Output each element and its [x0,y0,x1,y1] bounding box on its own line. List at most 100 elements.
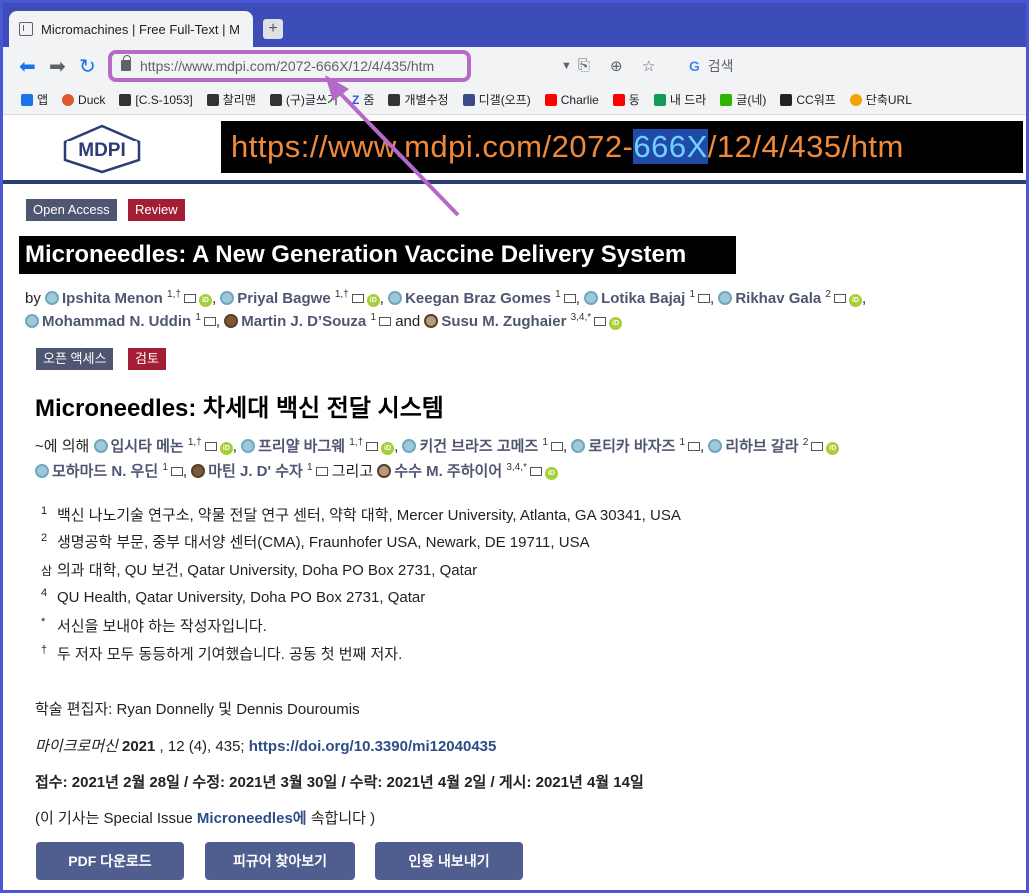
dropdown-icon[interactable]: ▼ [561,60,572,72]
translate-icon[interactable]: ⎘ [578,57,590,74]
big-url-prefix: https://www.mdpi.com/2072- [231,129,634,164]
author-link[interactable]: Ipshita Menon [62,290,163,307]
author-link[interactable]: 키건 브라즈 고메즈 [419,438,538,455]
mail-icon[interactable] [688,442,701,451]
mail-icon[interactable] [203,317,216,326]
bookmark-zoom[interactable]: Z줌 [352,91,374,108]
bookmark-icon [269,93,282,106]
journal-name: 마이크로머신 [35,738,118,755]
open-access-badge: Open Access [26,199,117,221]
author-link[interactable]: Rikhav Gala [735,290,821,307]
author-photo-icon [224,314,239,328]
pub-year: 2021 [121,738,156,755]
person-icon [93,439,108,453]
mail-icon[interactable] [183,294,196,303]
author-link[interactable]: 입시타 메논 [111,438,184,455]
search-box[interactable]: G 검색 [689,56,734,76]
browser-tab[interactable]: Micromachines | Free Full-Text | M [9,11,253,47]
author-link[interactable]: Mohammad N. Uddin [42,313,191,330]
mail-icon[interactable] [698,294,710,303]
author-link[interactable]: 리하브 갈라 [725,438,798,455]
star-icon[interactable]: ☆ [642,57,655,75]
author-link[interactable]: Priyal Bagwe [237,290,330,307]
mail-icon[interactable] [563,294,576,303]
document-icon [19,22,33,36]
bookmark-blog[interactable]: 글(네) [720,91,766,108]
open-access-badge-ko: 오픈 액세스 [36,348,114,370]
mail-icon[interactable] [204,442,217,451]
author-list-en-line2: Mohammad N. Uddin 1, Martin J. D’Souza 1… [25,306,623,334]
author-link[interactable]: Martin J. D’Souza [241,313,366,330]
export-citation-button[interactable]: 인용 내보내기 [375,842,523,880]
bookmark-digal[interactable]: 디갤(오프) [462,91,531,108]
orcid-icon[interactable]: iD [381,442,395,455]
special-issue-link[interactable]: Microneedles에 [197,810,307,827]
mail-icon[interactable] [529,467,542,476]
author-link[interactable]: Keegan Braz Gomes [405,290,551,307]
bookmark-drive[interactable]: 내 드라 [653,91,706,108]
bookmark-duck[interactable]: Duck [62,93,105,107]
author-link[interactable]: 마틴 J. D' 수자 [208,463,303,480]
academic-editor: 학술 편집자: Ryan Donnelly 및 Dennis Douroumis [35,701,360,718]
mdpi-logo[interactable]: MDPI [61,124,143,174]
mail-icon[interactable] [351,294,364,303]
author-list-ko-line2: 모하마드 N. 우딘 1, 마틴 J. D' 수자 1 그리고 수수 M. 주하… [35,456,558,484]
apps-icon [21,93,33,106]
bookmark-writing[interactable]: (구)글쓰기 [269,91,338,108]
pdf-download-button[interactable]: PDF 다운로드 [36,842,184,880]
person-icon [241,439,256,453]
big-url-highlight: 666X [633,129,708,164]
mail-icon[interactable] [315,467,328,476]
new-tab-button[interactable]: + [263,19,283,39]
browse-figures-button[interactable]: 피규어 찾아보기 [205,842,355,880]
author-link[interactable]: 수수 M. 주하이어 [394,463,502,480]
bookmark-apps[interactable]: 앱 [21,91,48,108]
mail-icon[interactable] [594,317,607,326]
author-link[interactable]: 프리얄 바그웨 [258,438,345,455]
doi-link[interactable]: https://doi.org/10.3390/mi12040435 [249,738,497,755]
forward-icon[interactable]: ➡ [49,54,66,79]
orcid-icon[interactable]: iD [848,294,862,307]
drive-icon [653,93,666,106]
orcid-icon[interactable]: iD [609,317,623,330]
bookmark-shorturl[interactable]: 단축URL [849,91,912,108]
affiliation-1: 1 백신 나노기술 연구소, 약물 전달 연구 센터, 약학 대학, Mercer… [41,505,681,524]
reload-icon[interactable]: ↻ [79,54,96,79]
mail-icon[interactable] [550,442,563,451]
bookmark-cs[interactable]: [C.S-1053] [119,93,193,107]
author-link[interactable]: 로티카 바자즈 [588,438,675,455]
author-link[interactable]: Susu M. Zughaier [441,313,566,330]
back-icon[interactable]: ⬅ [19,54,36,79]
bookmark-icon [388,93,401,106]
author-link[interactable]: 모하마드 N. 우딘 [52,463,158,480]
bookmark-charlieman[interactable]: 찰리맨 [206,91,256,108]
mail-icon[interactable] [379,317,392,326]
person-icon [708,439,723,453]
bookmark-cc[interactable]: CC워프 [780,91,836,108]
mail-icon[interactable] [366,442,379,451]
bookmark-edit[interactable]: 개별수정 [388,91,449,108]
duck-icon [62,93,75,106]
mail-icon[interactable] [170,467,183,476]
big-url-banner: https://www.mdpi.com/2072-666X/12/4/435/… [221,121,1023,173]
orcid-icon[interactable]: iD [826,442,840,455]
orcid-icon[interactable]: iD [544,467,558,480]
mail-icon[interactable] [811,442,824,451]
article-title-ko: Microneedles: 차세대 백신 전달 시스템 [35,395,444,422]
zoom-icon[interactable]: ⊕ [610,57,623,75]
special-issue-line: (이 기사는 Special Issue Microneedles에 속합니다 … [35,810,376,827]
affiliation-2: 2 생명공학 부문, 중부 대서양 센터(CMA), Fraunhofer USA… [41,532,590,551]
mail-icon[interactable] [833,294,846,303]
bookmark-charlie[interactable]: Charlie [544,93,599,107]
author-photo-icon [191,464,206,478]
orcid-icon[interactable]: iD [219,442,233,455]
person-icon [45,291,60,305]
person-icon [25,314,39,328]
search-placeholder: 검색 [707,58,734,74]
web-page: MDPI https://www.mdpi.com/2072-666X/12/4… [3,116,1026,890]
mdpi-header: MDPI https://www.mdpi.com/2072-666X/12/4… [3,116,1026,184]
cc-icon [780,93,793,106]
author-link[interactable]: Lotika Bajaj [601,290,685,307]
blog-icon [720,93,733,106]
bookmark-dong[interactable]: 동 [612,91,640,108]
